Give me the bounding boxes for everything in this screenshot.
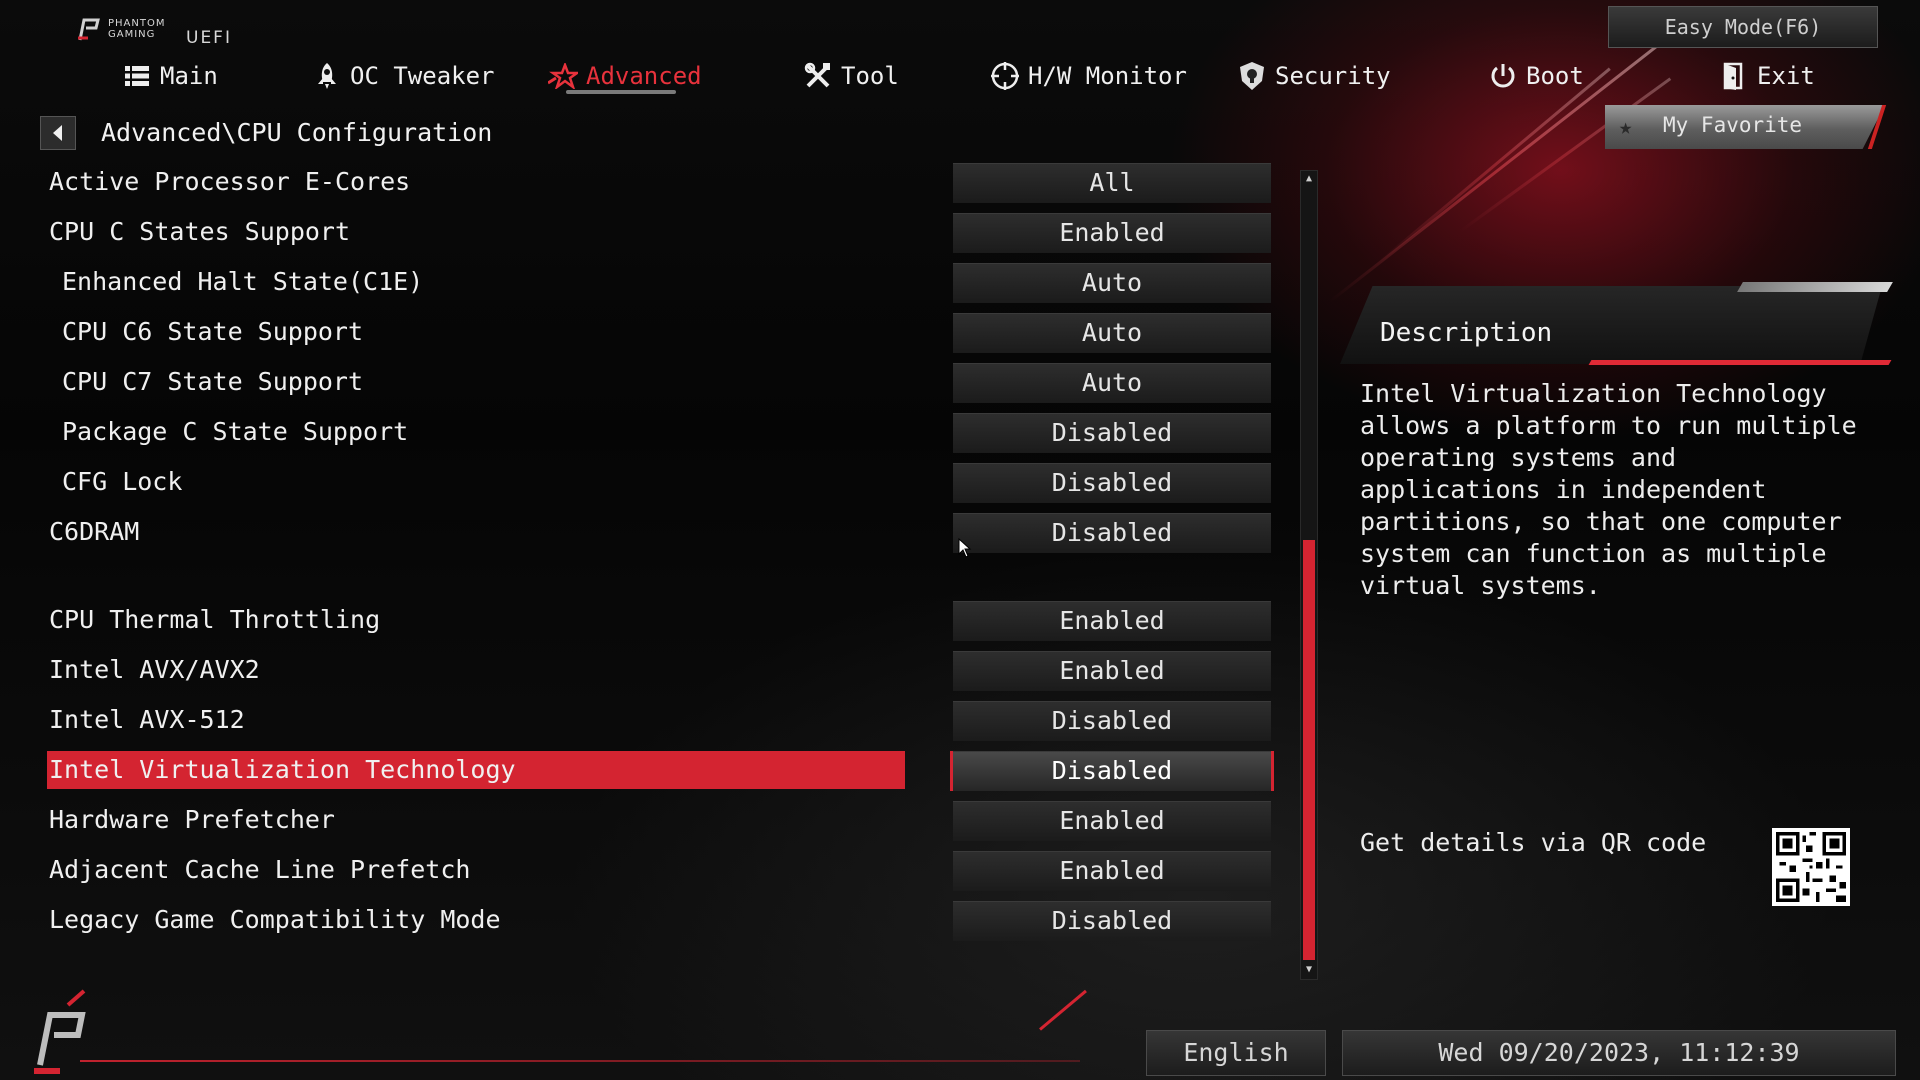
nav-tab-label: H/W Monitor: [1028, 62, 1187, 90]
language-button[interactable]: English: [1146, 1030, 1326, 1076]
qr-code-icon: [1776, 832, 1846, 902]
nav-tab-exit[interactable]: Exit: [1719, 56, 1815, 96]
setting-value-cpu-thermal-throttling[interactable]: Enabled: [953, 601, 1271, 641]
star-icon: [548, 61, 578, 91]
setting-value-hardware-prefetcher[interactable]: Enabled: [953, 801, 1271, 841]
setting-value-cpu-c7-state-support[interactable]: Auto: [953, 363, 1271, 403]
setting-label-intel-virtualization-technology[interactable]: Intel Virtualization Technology: [49, 750, 516, 790]
nav-tab-tool[interactable]: Tool: [803, 56, 899, 96]
setting-label-intel-avx-512: Intel AVX-512: [49, 705, 245, 734]
list-icon: [122, 61, 152, 91]
nav-tab-label: Advanced: [586, 62, 702, 90]
setting-value-cpu-c6-state-support[interactable]: Auto: [953, 313, 1271, 353]
setting-label-adjacent-cache-line-prefetch: Adjacent Cache Line Prefetch: [49, 855, 471, 884]
phantom-gaming-logo: PHANTOM GAMING UEFI: [74, 14, 254, 48]
setting-label-cpu-c6-state-support: CPU C6 State Support: [62, 317, 364, 346]
nav-tab-boot[interactable]: Boot: [1488, 56, 1584, 96]
setting-value-legacy-game-compatibility-mode[interactable]: Disabled: [953, 901, 1271, 941]
scrollbar-thumb[interactable]: [1303, 540, 1315, 960]
power-icon: [1488, 61, 1518, 91]
my-favorite-button[interactable]: ★ My Favorite: [1605, 105, 1887, 149]
setting-value-c6dram[interactable]: Disabled: [953, 513, 1271, 553]
nav-tab-label: Security: [1275, 62, 1391, 90]
qr-code: [1772, 828, 1850, 906]
setting-value-active-processor-e-cores[interactable]: All: [953, 163, 1271, 203]
setting-value-enhanced-halt-state[interactable]: Auto: [953, 263, 1271, 303]
favorite-star-icon: ★: [1619, 115, 1633, 140]
setting-value-cpu-c-states-support[interactable]: Enabled: [953, 213, 1271, 253]
footer-red-line: [80, 1060, 1080, 1062]
back-button[interactable]: [40, 116, 76, 150]
setting-value-intel-virtualization-technology[interactable]: Disabled: [950, 751, 1274, 791]
date-time-display: Wed 09/20/2023, 11:12:39: [1342, 1030, 1896, 1076]
nav-tab-label: Exit: [1757, 62, 1815, 90]
brand-text-top: PHANTOM: [108, 18, 166, 29]
exit-door-icon: [1719, 61, 1749, 91]
easy-mode-button[interactable]: Easy Mode(F6): [1608, 6, 1878, 48]
setting-label-active-processor-e-cores: Active Processor E-Cores: [49, 167, 411, 196]
active-tab-indicator: [566, 90, 676, 94]
crosshair-icon: [990, 61, 1020, 91]
nav-tab-label: Tool: [841, 62, 899, 90]
shield-icon: [1237, 61, 1267, 91]
nav-tab-label: OC Tweaker: [350, 62, 495, 90]
setting-value-cfg-lock[interactable]: Disabled: [953, 463, 1271, 503]
setting-value-intel-avx-avx2[interactable]: Enabled: [953, 651, 1271, 691]
setting-label-intel-avx-avx2: Intel AVX/AVX2: [49, 655, 260, 684]
description-header: Description: [1340, 282, 1893, 365]
nav-tab-oc-tweaker[interactable]: OC Tweaker: [312, 56, 495, 96]
my-favorite-label: My Favorite: [1663, 113, 1803, 137]
uefi-label: UEFI: [186, 28, 232, 48]
setting-value-package-c-state-support[interactable]: Disabled: [953, 413, 1271, 453]
mouse-cursor-icon: [958, 537, 972, 562]
breadcrumb: Advanced\CPU Configuration: [101, 118, 493, 147]
setting-label-cfg-lock: CFG Lock: [62, 467, 183, 496]
nav-tab-main[interactable]: Main: [122, 56, 218, 96]
scroll-down-arrow-icon[interactable]: ▼: [1300, 962, 1318, 978]
nav-tab-hw-monitor[interactable]: H/W Monitor: [990, 56, 1187, 96]
nav-tab-label: Boot: [1526, 62, 1584, 90]
back-arrow-icon: [53, 125, 62, 141]
description-header-red-line: [1588, 360, 1892, 365]
setting-label-enhanced-halt-state: Enhanced Halt State(C1E): [62, 267, 424, 296]
description-header-rim: [1737, 282, 1893, 292]
setting-label-hardware-prefetcher: Hardware Prefetcher: [49, 805, 335, 834]
brand-text: PHANTOM GAMING: [108, 18, 165, 40]
phantom-gaming-mark-icon: [78, 18, 100, 41]
description-text: Intel Virtualization Technology allows a…: [1360, 379, 1857, 600]
setting-value-adjacent-cache-line-prefetch[interactable]: Enabled: [953, 851, 1271, 891]
setting-value-intel-avx-512[interactable]: Disabled: [953, 701, 1271, 741]
setting-label-cpu-c7-state-support: CPU C7 State Support: [62, 367, 364, 396]
nav-tab-security[interactable]: Security: [1237, 56, 1391, 96]
setting-label-cpu-c-states-support: CPU C States Support: [49, 217, 351, 246]
setting-label-package-c-state-support: Package C State Support: [62, 417, 409, 446]
description-title: Description: [1380, 318, 1553, 348]
scroll-up-arrow-icon[interactable]: ▲: [1300, 171, 1318, 187]
setting-label-c6dram: C6DRAM: [49, 517, 140, 546]
nav-tab-label: Main: [160, 62, 218, 90]
qr-code-label: Get details via QR code: [1360, 828, 1707, 857]
setting-label-cpu-thermal-throttling: CPU Thermal Throttling: [49, 605, 381, 634]
setting-label-legacy-game-compatibility-mode: Legacy Game Compatibility Mode: [49, 905, 501, 934]
brand-text-bottom: GAMING: [108, 29, 156, 40]
tools-icon: [803, 61, 833, 91]
rocket-icon: [312, 61, 342, 91]
